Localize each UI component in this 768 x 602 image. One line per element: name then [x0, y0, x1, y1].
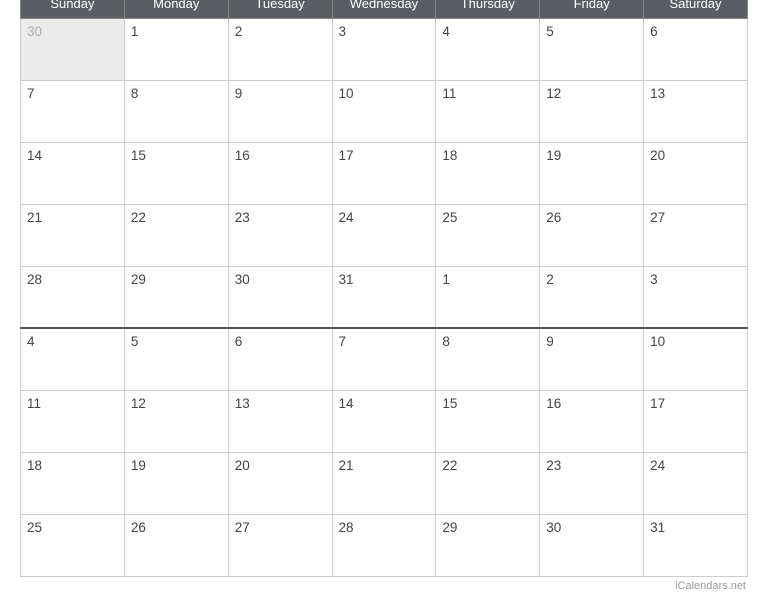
day-cell: 22 — [124, 204, 228, 266]
day-cell: 21 — [332, 452, 436, 514]
day-cell: 13 — [228, 390, 332, 452]
day-cell: 28 — [21, 266, 125, 328]
day-cell: 17 — [332, 142, 436, 204]
day-cell: 31 — [644, 514, 748, 576]
week-row-5: 45678910 — [21, 328, 748, 390]
header-cell-monday: Monday — [124, 0, 228, 18]
day-cell: 7 — [21, 80, 125, 142]
day-cell: 25 — [436, 204, 540, 266]
day-cell: 29 — [124, 266, 228, 328]
day-cell: 10 — [644, 328, 748, 390]
week-row-2: 14151617181920 — [21, 142, 748, 204]
week-row-0: 30123456 — [21, 18, 748, 80]
day-cell: 29 — [436, 514, 540, 576]
day-cell: 2 — [228, 18, 332, 80]
day-cell: 7 — [332, 328, 436, 390]
day-cell: 6 — [644, 18, 748, 80]
day-cell: 27 — [644, 204, 748, 266]
day-cell: 23 — [228, 204, 332, 266]
day-cell: 28 — [332, 514, 436, 576]
day-cell: 3 — [332, 18, 436, 80]
day-cell: 8 — [124, 80, 228, 142]
day-cell: 30 — [540, 514, 644, 576]
week-row-8: 25262728293031 — [21, 514, 748, 576]
header-cell-tuesday: Tuesday — [228, 0, 332, 18]
header-cell-wednesday: Wednesday — [332, 0, 436, 18]
day-cell: 20 — [228, 452, 332, 514]
day-cell: 1 — [124, 18, 228, 80]
week-row-1: 78910111213 — [21, 80, 748, 142]
day-cell: 18 — [21, 452, 125, 514]
day-cell: 9 — [540, 328, 644, 390]
day-cell: 15 — [124, 142, 228, 204]
day-cell: 12 — [540, 80, 644, 142]
calendar-container: July August 2024 SundayMondayTuesdayWedn… — [10, 0, 758, 602]
day-cell: 17 — [644, 390, 748, 452]
header-cell-thursday: Thursday — [436, 0, 540, 18]
calendar-header: SundayMondayTuesdayWednesdayThursdayFrid… — [21, 0, 748, 18]
day-cell: 14 — [332, 390, 436, 452]
header-cell-sunday: Sunday — [21, 0, 125, 18]
day-cell: 20 — [644, 142, 748, 204]
week-row-7: 18192021222324 — [21, 452, 748, 514]
day-cell: 25 — [21, 514, 125, 576]
day-cell: 26 — [124, 514, 228, 576]
watermark: iCalendars.net — [20, 580, 748, 592]
day-cell: 23 — [540, 452, 644, 514]
day-cell: 19 — [540, 142, 644, 204]
day-cell: 6 — [228, 328, 332, 390]
day-cell: 10 — [332, 80, 436, 142]
day-cell: 18 — [436, 142, 540, 204]
day-cell: 13 — [644, 80, 748, 142]
calendar-table: SundayMondayTuesdayWednesdayThursdayFrid… — [20, 0, 748, 577]
day-cell: 24 — [644, 452, 748, 514]
day-cell: 5 — [124, 328, 228, 390]
day-cell: 4 — [436, 18, 540, 80]
day-cell: 22 — [436, 452, 540, 514]
week-row-3: 21222324252627 — [21, 204, 748, 266]
day-cell: 19 — [124, 452, 228, 514]
day-cell: 15 — [436, 390, 540, 452]
day-cell: 1 — [436, 266, 540, 328]
day-cell: 21 — [21, 204, 125, 266]
day-cell: 31 — [332, 266, 436, 328]
day-cell: 8 — [436, 328, 540, 390]
day-cell: 16 — [540, 390, 644, 452]
day-cell: 24 — [332, 204, 436, 266]
day-cell: 16 — [228, 142, 332, 204]
day-cell: 5 — [540, 18, 644, 80]
day-cell: 27 — [228, 514, 332, 576]
day-cell: 11 — [21, 390, 125, 452]
header-cell-friday: Friday — [540, 0, 644, 18]
day-cell: 9 — [228, 80, 332, 142]
header-row: SundayMondayTuesdayWednesdayThursdayFrid… — [21, 0, 748, 18]
day-cell: 12 — [124, 390, 228, 452]
calendar-body: 3012345678910111213141516171819202122232… — [21, 18, 748, 576]
day-cell: 14 — [21, 142, 125, 204]
day-cell: 30 — [21, 18, 125, 80]
day-cell: 11 — [436, 80, 540, 142]
header-cell-saturday: Saturday — [644, 0, 748, 18]
day-cell: 4 — [21, 328, 125, 390]
week-row-6: 11121314151617 — [21, 390, 748, 452]
day-cell: 26 — [540, 204, 644, 266]
week-row-4: 28293031123 — [21, 266, 748, 328]
day-cell: 30 — [228, 266, 332, 328]
day-cell: 3 — [644, 266, 748, 328]
day-cell: 2 — [540, 266, 644, 328]
